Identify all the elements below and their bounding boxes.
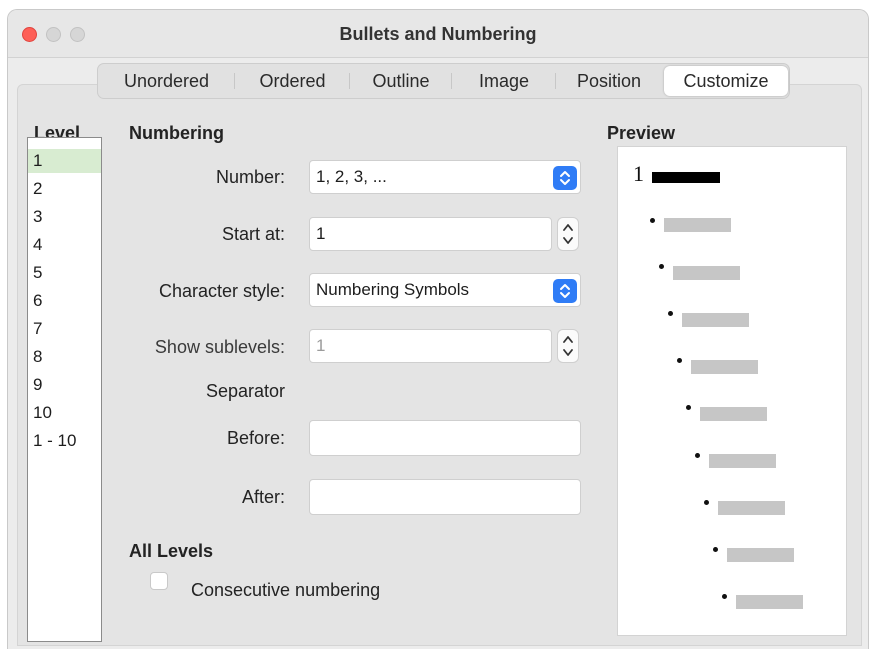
consecutive-numbering-checkbox[interactable] (150, 572, 168, 590)
before-label: Before: (226, 428, 285, 448)
level-item-9[interactable]: 9 (28, 373, 101, 397)
level-item-all[interactable]: 1 - 10 (28, 429, 101, 453)
preview-bullet (686, 405, 691, 410)
tab-bar: Unordered Ordered Outline Image Position… (97, 63, 790, 99)
preview-bullet (713, 547, 718, 552)
separator-label: Separator (205, 381, 285, 401)
preview-first-number: 1 (633, 161, 644, 186)
preview-heading: Preview (607, 123, 676, 143)
tab-outline[interactable]: Outline (350, 64, 452, 98)
level-list[interactable]: 1 2 3 4 5 6 7 8 9 10 1 - 10 (27, 137, 102, 642)
tab-customize[interactable]: Customize (664, 66, 788, 96)
level-item-10[interactable]: 10 (28, 401, 101, 425)
character-style-value: Numbering Symbols (316, 280, 470, 299)
preview-bullet (677, 358, 682, 363)
preview-text-placeholder (736, 595, 803, 609)
start-at-label: Start at: (221, 224, 285, 244)
tab-position[interactable]: Position (556, 64, 662, 98)
start-at-input[interactable]: 1 (309, 217, 552, 251)
preview-bullet (704, 500, 709, 505)
stepper-arrows-icon (563, 336, 573, 356)
preview-text-placeholder (673, 266, 740, 280)
preview-bullet (722, 594, 727, 599)
preview-pane: 1 (617, 146, 847, 636)
preview-bullet (659, 264, 664, 269)
tab-unordered[interactable]: Unordered (98, 64, 235, 98)
show-sublevels-stepper[interactable] (557, 329, 579, 363)
preview-text-placeholder (718, 501, 785, 515)
preview-level-1-text (652, 172, 720, 183)
level-item-4[interactable]: 4 (28, 233, 101, 257)
character-style-select[interactable]: Numbering Symbols (309, 273, 581, 307)
number-format-select[interactable]: 1, 2, 3, ... (309, 160, 581, 194)
level-item-6[interactable]: 6 (28, 289, 101, 313)
level-item-7[interactable]: 7 (28, 317, 101, 341)
after-input[interactable] (309, 479, 581, 515)
number-format-value: 1, 2, 3, ... (316, 167, 387, 186)
character-style-label: Character style: (158, 281, 285, 301)
show-sublevels-input[interactable]: 1 (309, 329, 552, 363)
consecutive-numbering-label[interactable]: Consecutive numbering (191, 580, 380, 601)
level-item-2[interactable]: 2 (28, 177, 101, 201)
preview-bullet (650, 218, 655, 223)
window-title: Bullets and Numbering (339, 24, 537, 44)
preview-bullet (695, 453, 700, 458)
level-item-8[interactable]: 8 (28, 345, 101, 369)
level-item-1[interactable]: 1 (28, 149, 101, 173)
preview-text-placeholder (664, 218, 731, 232)
stepper-arrows-icon (563, 224, 573, 244)
preview-bullet (668, 311, 673, 316)
after-label: After: (241, 487, 285, 507)
numbering-heading: Numbering (129, 123, 225, 143)
preview-text-placeholder (700, 407, 767, 421)
preview-text-placeholder (709, 454, 776, 468)
number-label: Number: (215, 167, 285, 187)
show-sublevels-label: Show sublevels: (154, 337, 285, 357)
preview-text-placeholder (727, 548, 794, 562)
all-levels-heading: All Levels (129, 541, 214, 561)
tab-image[interactable]: Image (452, 64, 556, 98)
preview-text-placeholder (691, 360, 758, 374)
level-item-3[interactable]: 3 (28, 205, 101, 229)
title-bar: Bullets and Numbering (8, 10, 868, 58)
before-input[interactable] (309, 420, 581, 456)
select-chevron-icon (553, 166, 577, 190)
start-at-stepper[interactable] (557, 217, 579, 251)
preview-text-placeholder (682, 313, 749, 327)
select-chevron-icon (553, 279, 577, 303)
level-item-5[interactable]: 5 (28, 261, 101, 285)
tab-ordered[interactable]: Ordered (235, 64, 350, 98)
